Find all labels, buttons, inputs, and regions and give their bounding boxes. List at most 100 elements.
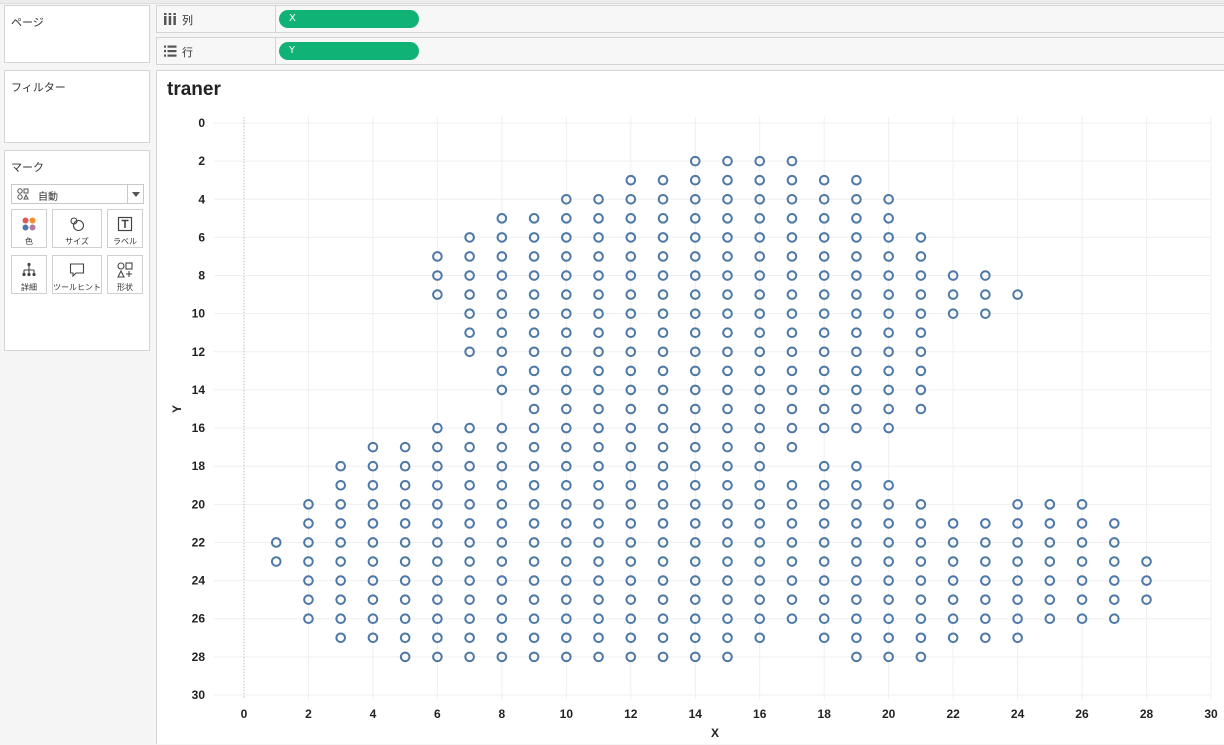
data-point bbox=[980, 518, 991, 529]
y-tick-label: 12 bbox=[192, 345, 206, 359]
detail-button[interactable]: 詳細 bbox=[11, 255, 47, 294]
x-tick-label: 8 bbox=[499, 707, 506, 721]
y-tick-label: 24 bbox=[192, 574, 206, 588]
x-tick-label: 10 bbox=[560, 707, 574, 721]
mark-type-label: 自動 bbox=[38, 192, 58, 203]
x-tick-label: 6 bbox=[434, 707, 441, 721]
data-point bbox=[464, 327, 475, 339]
shape-button[interactable]: 形状 bbox=[107, 255, 143, 294]
data-point bbox=[593, 327, 604, 339]
data-point bbox=[915, 327, 927, 339]
data-point bbox=[786, 327, 798, 339]
data-point bbox=[722, 441, 733, 453]
data-point bbox=[399, 594, 411, 605]
toolbar-strip bbox=[0, 0, 1224, 4]
x-tick-label: 24 bbox=[1011, 707, 1025, 721]
data-point bbox=[722, 251, 733, 262]
marks-card: マーク 自動 色 サイズ ラベル 詳細 ツールヒント 形状 bbox=[4, 150, 150, 351]
rows-shelf[interactable]: 行 Y bbox=[156, 37, 1224, 65]
detail-tree-icon bbox=[22, 262, 36, 277]
x-tick-label: 2 bbox=[305, 707, 312, 721]
data-point bbox=[786, 479, 798, 491]
data-point bbox=[915, 594, 927, 605]
data-point bbox=[657, 594, 669, 605]
data-point bbox=[851, 556, 862, 567]
label-button[interactable]: ラベル bbox=[107, 209, 143, 248]
data-point bbox=[657, 289, 669, 300]
shapes-icon bbox=[117, 262, 133, 278]
label-button-label: ラベル bbox=[113, 237, 137, 246]
data-point bbox=[464, 479, 475, 491]
shape-button-label: 形状 bbox=[117, 283, 133, 292]
data-point bbox=[1044, 518, 1056, 529]
pages-card-title: ページ bbox=[11, 16, 44, 29]
data-point bbox=[593, 479, 604, 491]
mark-type-dropdown[interactable]: 自動 bbox=[11, 184, 144, 204]
x-tick-label: 30 bbox=[1204, 707, 1218, 721]
data-point bbox=[399, 518, 411, 529]
speech-bubble-icon bbox=[69, 263, 85, 278]
data-point bbox=[593, 441, 604, 453]
data-point bbox=[335, 594, 346, 605]
data-point bbox=[915, 556, 927, 567]
scatter-chart[interactable]: 0 2 4 6 8 10 12 14 16 18 20 22 24 26 28 300246810121416… bbox=[157, 71, 1224, 745]
data-point bbox=[464, 289, 475, 300]
x-tick-label: 22 bbox=[946, 707, 960, 721]
data-point bbox=[722, 518, 733, 529]
data-point bbox=[464, 251, 475, 262]
data-point bbox=[399, 441, 411, 453]
data-point bbox=[657, 479, 669, 491]
data-point bbox=[657, 403, 669, 415]
y-tick-label: 22 bbox=[192, 535, 206, 549]
data-point bbox=[722, 365, 733, 377]
data-point bbox=[722, 289, 733, 300]
y-tick-label: 0 bbox=[198, 116, 205, 130]
data-point bbox=[335, 556, 346, 567]
data-point bbox=[593, 365, 604, 377]
data-point bbox=[528, 556, 540, 567]
color-button[interactable]: 色 bbox=[11, 209, 47, 248]
filters-card[interactable]: フィルター bbox=[4, 70, 150, 143]
data-point bbox=[528, 213, 540, 224]
data-point bbox=[335, 518, 346, 529]
x-axis-title: X bbox=[711, 726, 719, 740]
size-button[interactable]: サイズ bbox=[52, 209, 102, 248]
data-point bbox=[528, 403, 540, 415]
pages-card[interactable]: ページ bbox=[4, 5, 150, 63]
text-label-icon bbox=[117, 216, 133, 232]
data-point bbox=[1109, 556, 1120, 567]
x-tick-label: 26 bbox=[1075, 707, 1089, 721]
data-point bbox=[915, 365, 927, 377]
data-point bbox=[786, 556, 798, 567]
data-point bbox=[722, 174, 733, 186]
y-field-pill[interactable]: Y bbox=[279, 42, 419, 60]
data-point bbox=[657, 441, 669, 453]
data-point bbox=[399, 632, 411, 644]
data-point bbox=[786, 174, 798, 186]
columns-shelf[interactable]: 列 X bbox=[156, 5, 1224, 33]
data-point bbox=[786, 594, 798, 605]
data-point bbox=[786, 251, 798, 262]
x-field-pill[interactable]: X bbox=[279, 10, 419, 28]
data-point bbox=[722, 594, 733, 605]
viz-area[interactable]: traner 0 2 4 6 8 10 12 14 16 18 20 22 24 26 28 30 0 2 4 6 8 1… bbox=[156, 70, 1224, 744]
size-button-label: サイズ bbox=[65, 237, 89, 246]
data-point bbox=[657, 632, 669, 644]
data-point bbox=[915, 632, 927, 644]
x-tick-label: 12 bbox=[624, 707, 638, 721]
x-tick-label: 18 bbox=[818, 707, 832, 721]
data-point bbox=[399, 556, 411, 567]
y-tick-label: 26 bbox=[192, 612, 206, 626]
data-point bbox=[464, 441, 475, 453]
detail-button-label: 詳細 bbox=[21, 283, 37, 292]
data-point bbox=[657, 518, 669, 529]
data-point bbox=[335, 479, 346, 491]
tooltip-button[interactable]: ツールヒント bbox=[52, 255, 102, 294]
data-point bbox=[528, 327, 540, 339]
data-point bbox=[786, 441, 798, 453]
data-point bbox=[464, 518, 475, 529]
chevron-down-icon[interactable] bbox=[127, 185, 143, 203]
data-point bbox=[851, 518, 862, 529]
y-tick-label: 18 bbox=[192, 459, 206, 473]
x-tick-label: 28 bbox=[1140, 707, 1154, 721]
